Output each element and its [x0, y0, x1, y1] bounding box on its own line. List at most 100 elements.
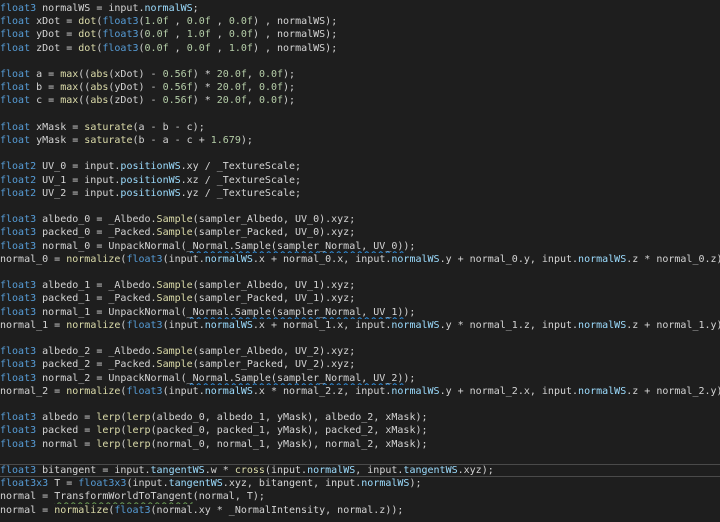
code-line[interactable]: float3x3 T = float3x3(input.tangentWS.xy…	[0, 477, 720, 490]
code-line[interactable]: float xDot = dot(float3(1.0f , 0.0f , 0.…	[0, 15, 720, 28]
code-token: packed_1 = _Packed.	[36, 293, 157, 305]
code-line[interactable]	[0, 55, 720, 68]
code-line[interactable]: float b = max((abs(yDot) - 0.56f) * 20.0…	[0, 81, 720, 94]
code-token: ((	[78, 82, 91, 94]
code-token: lerp	[96, 412, 121, 424]
code-token: abs	[90, 82, 109, 94]
code-token: max	[60, 95, 79, 107]
code-token: 20.0f	[216, 69, 247, 80]
code-line[interactable]: float yMask = saturate(b - a - c + 1.679…	[0, 134, 720, 147]
code-line[interactable]	[0, 147, 720, 160]
code-token: 0.0f	[186, 42, 211, 54]
code-token: .y + normal_0.y, input.	[439, 253, 579, 265]
code-token: );	[403, 306, 416, 318]
code-line[interactable]: float3 packed = lerp(lerp(packed_0, pack…	[0, 424, 720, 437]
code-line[interactable]	[0, 200, 720, 213]
code-token: Sample	[156, 293, 193, 305]
code-token: albedo =	[36, 412, 97, 424]
code-token: float3	[0, 227, 37, 239]
code-line[interactable]: float2 UV_1 = input.positionWS.xz / _Tex…	[0, 174, 720, 187]
code-line[interactable]: float3 normal_1 = UnpackNormal(_Normal.S…	[0, 306, 720, 319]
code-token: ) , normalWS);	[252, 42, 338, 54]
code-line[interactable]: float c = max((abs(zDot) - 0.56f) * 20.0…	[0, 94, 720, 107]
code-line[interactable]: float3 albedo_0 = _Albedo.Sample(sampler…	[0, 213, 720, 226]
code-token: 0.56f	[162, 82, 193, 94]
code-token: normalWS	[391, 385, 440, 397]
code-line[interactable]: float3 packed_0 = _Packed.Sample(sampler…	[0, 226, 720, 239]
code-token: (xDot) -	[108, 69, 163, 80]
code-token: (sampler_Packed, UV_1).xyz;	[192, 293, 356, 305]
code-line[interactable]: float3 albedo = lerp(lerp(albedo_0, albe…	[0, 411, 720, 424]
code-line[interactable]: float3 normalWS = input.normalWS;	[0, 2, 720, 15]
code-token: normalWS	[391, 319, 440, 331]
code-line[interactable]: normal = normalize(float3(normal.xy * _N…	[0, 504, 720, 517]
code-token: normal =	[0, 504, 55, 516]
code-token: normal_2 =	[0, 385, 67, 397]
code-token: positionWS	[120, 174, 181, 186]
code-line[interactable]	[0, 451, 720, 464]
code-line[interactable]: float2 UV_2 = input.positionWS.yz / _Tex…	[0, 187, 720, 200]
code-line[interactable]: float zDot = dot(float3(0.0f , 0.0f , 1.…	[0, 42, 720, 55]
code-token: float	[0, 82, 31, 94]
code-token: float3	[126, 253, 163, 265]
code-token: float2	[0, 161, 37, 173]
code-token: 0.56f	[162, 95, 193, 107]
code-token: .x + normal_0.x, input.	[252, 253, 392, 265]
code-token: 20.0f	[216, 82, 247, 94]
code-token: normal =	[36, 438, 97, 450]
code-line[interactable]: float3 albedo_2 = _Albedo.Sample(sampler…	[0, 345, 720, 358]
code-line[interactable]: float3 packed_1 = _Packed.Sample(sampler…	[0, 292, 720, 305]
code-token: 1.0f	[228, 42, 253, 54]
code-token: .xy / _TextureScale;	[180, 161, 302, 173]
code-token: .x + normal_1.x, input.	[252, 319, 392, 331]
code-token: (input.	[162, 319, 205, 331]
code-line[interactable]	[0, 332, 720, 345]
code-token: normalWS	[307, 465, 356, 476]
code-token: ) *	[192, 69, 217, 80]
code-token: zDot =	[30, 42, 79, 54]
code-token: );	[283, 95, 296, 107]
code-line[interactable]: float3 normal = lerp(lerp(normal_0, norm…	[0, 438, 720, 451]
code-token: normalWS	[144, 3, 193, 14]
code-line[interactable]: float a = max((abs(xDot) - 0.56f) * 20.0…	[0, 68, 720, 81]
code-line[interactable]	[0, 108, 720, 121]
code-token: (input.	[162, 385, 205, 397]
code-token: float3	[0, 3, 37, 14]
code-token: positionWS	[120, 187, 181, 199]
code-line[interactable]: float3 albedo_1 = _Albedo.Sample(sampler…	[0, 279, 720, 292]
code-editor[interactable]: float3 normalWS = input.normalWS; float x…	[0, 0, 720, 522]
code-token: UV_1 = input.	[36, 174, 121, 186]
code-token: float2	[0, 174, 37, 186]
code-line[interactable]: normal_2 = normalize(float3(input.normal…	[0, 385, 720, 398]
code-token: .xz / _TextureScale;	[180, 174, 302, 186]
code-line[interactable]	[0, 266, 720, 279]
code-token: max	[60, 82, 79, 94]
code-line[interactable]: float xMask = saturate(a - b - c);	[0, 121, 720, 134]
code-token: c =	[30, 95, 61, 107]
code-line[interactable]: normal = TransformWorldToTangent(normal,…	[0, 490, 720, 503]
code-token: (a - b - c);	[132, 121, 205, 133]
code-line[interactable]: float yDot = dot(float3(0.0f , 1.0f , 0.…	[0, 28, 720, 41]
code-token: ,	[246, 82, 259, 94]
code-token: float	[0, 95, 31, 107]
code-line[interactable]: float3 normal_0 = UnpackNormal(_Normal.S…	[0, 240, 720, 253]
code-line[interactable]: float2 UV_0 = input.positionWS.xy / _Tex…	[0, 160, 720, 173]
code-token: normal_0 =	[0, 253, 67, 265]
code-line[interactable]: float3 bitangent = input.tangentWS.w * c…	[0, 464, 720, 477]
code-line[interactable]: normal_1 = normalize(float3(input.normal…	[0, 319, 720, 332]
code-line[interactable]: float3 packed_2 = _Packed.Sample(sampler…	[0, 358, 720, 371]
code-token: ;	[192, 3, 199, 14]
code-token: Sample	[156, 227, 193, 239]
code-token: float3	[0, 306, 37, 318]
code-token: (sampler_Albedo, UV_2).xyz;	[192, 346, 356, 358]
code-token: a =	[30, 69, 61, 80]
code-line[interactable]: float3 normal_2 = UnpackNormal(_Normal.S…	[0, 372, 720, 385]
code-token: TransformWorldToTangent	[54, 491, 193, 503]
code-token: .z + normal_2.y));	[626, 385, 720, 397]
code-token: normalWS	[578, 253, 627, 265]
code-token: lerp	[96, 425, 121, 437]
code-line[interactable]: normal_0 = normalize(float3(input.normal…	[0, 253, 720, 266]
code-token: .yz / _TextureScale;	[180, 187, 302, 199]
code-token: dot	[78, 42, 97, 54]
code-line[interactable]	[0, 398, 720, 411]
